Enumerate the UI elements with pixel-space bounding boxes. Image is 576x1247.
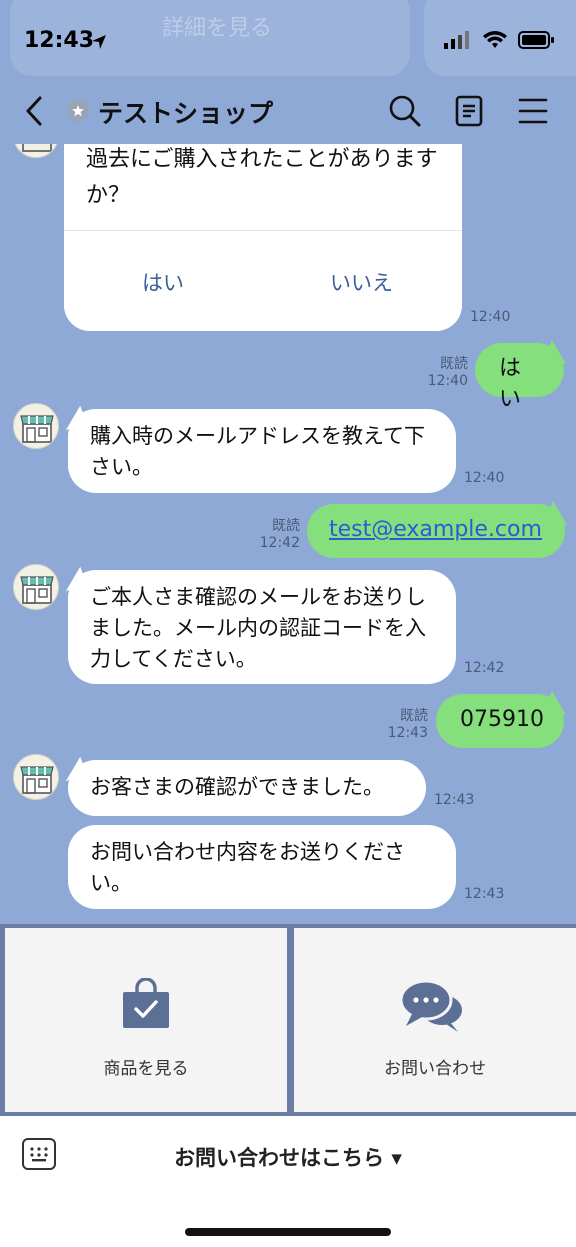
quick-reply-card-visible: 過去にご購入されたことがありますか？ はい いいえ: [64, 144, 462, 331]
timestamp: 12:42: [464, 660, 505, 676]
shop-avatar[interactable]: [13, 564, 59, 610]
rich-menu-item-products[interactable]: 商品を見る: [5, 928, 287, 1112]
chat-header-foreground: テストショップ: [0, 80, 576, 144]
previous-card-label: 詳細を見る: [162, 16, 273, 41]
email-link[interactable]: test@example.com: [329, 517, 542, 542]
home-indicator[interactable]: [185, 1228, 391, 1236]
timestamp: 12:43: [464, 886, 505, 902]
notes-icon[interactable]: [454, 94, 484, 128]
rich-menu-label: 商品を見る: [103, 1059, 189, 1079]
message-text: お問い合わせ内容をお送りください。: [90, 840, 405, 895]
shop-avatar[interactable]: [13, 403, 59, 449]
shop-message-bubble[interactable]: お客さまの確認ができました。: [68, 760, 426, 816]
menu-icon[interactable]: [518, 94, 548, 128]
rich-menu-item-inquiry[interactable]: お問い合わせ: [294, 928, 576, 1112]
message-text: 075910: [460, 707, 544, 732]
message-meta: 既読 12:42: [244, 518, 300, 552]
no-button[interactable]: いいえ: [330, 267, 393, 297]
shop-icon: [20, 766, 54, 794]
verified-shield-icon: [68, 99, 88, 123]
timestamp: 12:43: [434, 792, 475, 808]
rich-menu-label: お問い合わせ: [384, 1059, 486, 1079]
location-arrow-icon: [92, 35, 106, 49]
timestamp: 12:43: [387, 725, 428, 741]
message-meta: 既読 12:40: [412, 356, 468, 390]
timestamp: 12:40: [464, 470, 505, 486]
timestamp: 12:40: [470, 309, 511, 325]
user-message-bubble[interactable]: 075910: [436, 694, 564, 748]
user-message-bubble[interactable]: test@example.com: [307, 504, 565, 558]
signal-icon: [444, 31, 469, 49]
read-receipt: 既読: [440, 356, 468, 372]
message-text: はい: [499, 356, 522, 412]
user-message-bubble[interactable]: はい: [475, 343, 564, 412]
message-text: ご本人さま確認のメールをお送りしました。メール内の認証コードを入力してください。: [90, 585, 426, 671]
wifi-icon: [483, 31, 507, 48]
shopping-bag-icon: [123, 978, 169, 1028]
bottom-bar: お問い合わせはこちら ▾: [0, 1116, 576, 1247]
chat-bubbles-icon: [400, 979, 462, 1032]
read-receipt: 既読: [272, 518, 300, 534]
status-icons: [444, 30, 554, 50]
rich-menu: 商品を見る お問い合わせ: [0, 924, 576, 1116]
message-text: 購入時のメールアドレスを教えて下さい。: [90, 424, 425, 479]
timestamp: 12:40: [427, 373, 468, 389]
shop-avatar[interactable]: [13, 754, 59, 800]
battery-icon: [518, 31, 554, 49]
message-meta: 既読 12:43: [372, 708, 428, 742]
yes-button[interactable]: はい: [142, 267, 184, 297]
search-icon[interactable]: [388, 94, 422, 128]
shop-icon: [20, 576, 54, 604]
rich-menu-toggle[interactable]: お問い合わせはこちら ▾: [0, 1142, 576, 1172]
shop-message-bubble[interactable]: ご本人さま確認のメールをお送りしました。メール内の認証コードを入力してください。: [68, 570, 456, 684]
shop-message-bubble[interactable]: お問い合わせ内容をお送りください。: [68, 825, 456, 909]
shop-icon: [20, 415, 54, 443]
message-text: お客さまの確認ができました。: [90, 775, 384, 799]
quick-reply-actions: はい いいえ: [64, 230, 462, 331]
quick-reply-question: 過去にご購入されたことがありますか？: [86, 147, 438, 208]
shop-message-bubble[interactable]: 購入時のメールアドレスを教えて下さい。: [68, 409, 456, 493]
back-arrow-icon[interactable]: [20, 94, 50, 128]
chat-title: テストショップ: [98, 99, 274, 128]
read-receipt: 既読: [400, 708, 428, 724]
timestamp: 12:42: [259, 535, 300, 551]
clock: 12:43: [24, 28, 95, 53]
status-bar: 詳細を見る 12:43: [0, 0, 576, 80]
